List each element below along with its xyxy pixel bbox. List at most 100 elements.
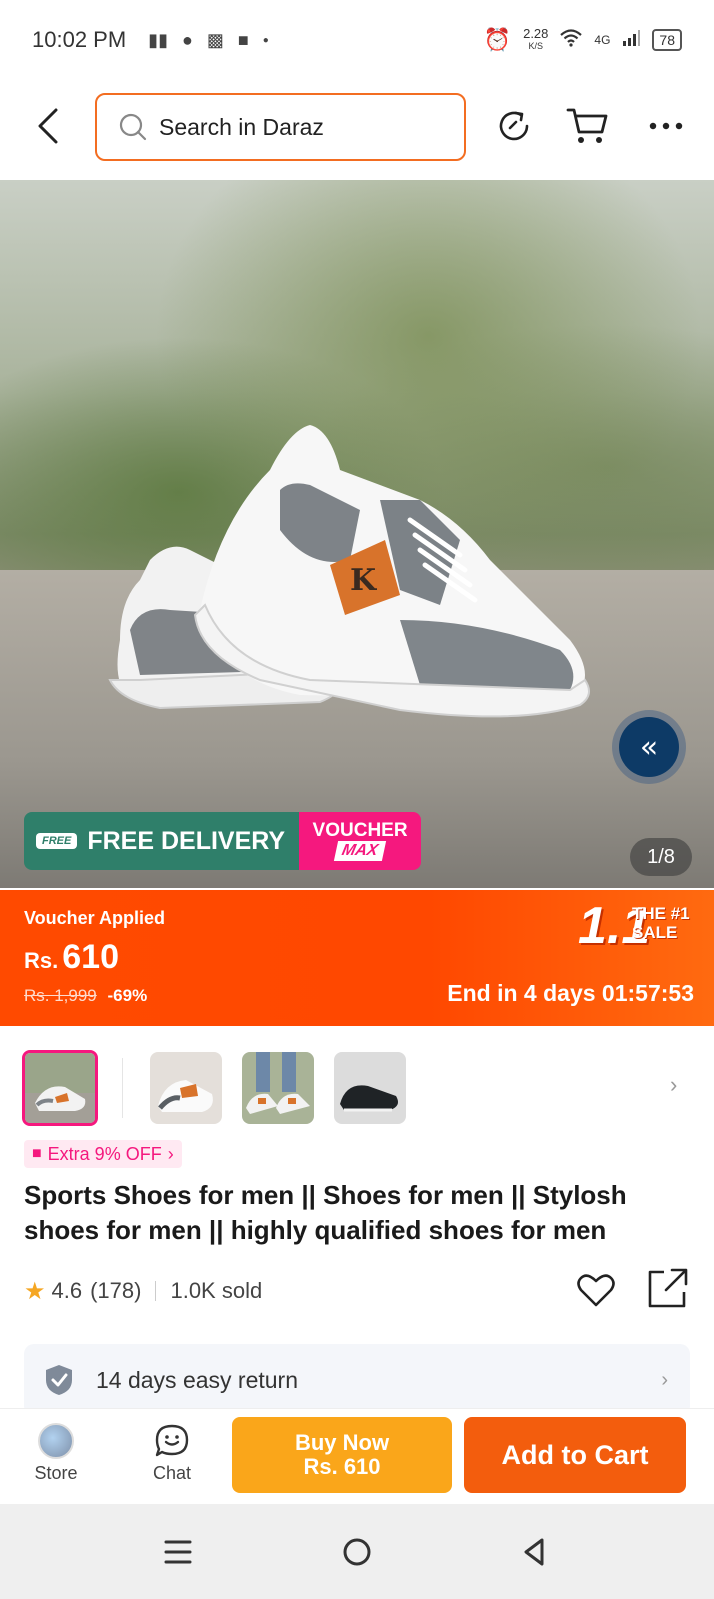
- return-policy-label: 14 days easy return: [96, 1366, 299, 1393]
- current-price: Rs. 610: [24, 938, 119, 977]
- search-icon: [119, 113, 147, 141]
- back-button[interactable]: [30, 108, 66, 144]
- review-count[interactable]: (178): [90, 1278, 141, 1304]
- double-chevron-left-icon: «: [619, 717, 679, 777]
- original-price-row: Rs. 1,999 -69%: [24, 986, 147, 1006]
- price-currency: Rs.: [24, 948, 59, 973]
- thumbnail-4[interactable]: [334, 1052, 406, 1124]
- voucher-applied-label: Voucher Applied: [24, 908, 166, 928]
- chevron-right-icon: ›: [661, 1368, 668, 1391]
- home-button[interactable]: [337, 1532, 377, 1572]
- sale-logo-line1: THE #1: [632, 904, 690, 923]
- snapchat-icon: ●: [181, 29, 193, 50]
- thumbnail-3[interactable]: [242, 1052, 314, 1124]
- net-speed-unit: K/S: [528, 41, 543, 51]
- sim-icon: ▩: [206, 29, 224, 50]
- store-label: Store: [34, 1463, 78, 1483]
- signal-icon: [622, 29, 641, 52]
- price-banner: Voucher Applied Rs. 610 Rs. 1,999 -69% 1.…: [0, 890, 714, 1026]
- search-placeholder: Search in Daraz: [159, 113, 324, 140]
- cart-button[interactable]: [566, 104, 610, 148]
- voucher-max-badge: VOUCHER MAX: [299, 812, 422, 870]
- rating-row: ★ 4.6 (178) 1.0K sold: [24, 1268, 690, 1310]
- net-speed: 2.28 K/S: [523, 26, 549, 52]
- heart-icon: [577, 1274, 615, 1307]
- system-navigation-bar: [0, 1504, 714, 1599]
- refresh-icon: [499, 111, 529, 141]
- add-to-cart-button[interactable]: Add to Cart: [464, 1417, 686, 1493]
- voucher-label: VOUCHER: [312, 820, 408, 841]
- thumbnail-2[interactable]: [150, 1052, 222, 1124]
- free-delivery-badge: FREE FREE DELIVERY: [24, 812, 300, 870]
- product-shoe-image: K: [108, 425, 590, 718]
- back-arrow-icon: [38, 108, 58, 144]
- net-speed-value: 2.28: [523, 26, 549, 41]
- price-amount: 610: [62, 938, 119, 976]
- notification-icons: ▮▮ ● ▩ ■ ●: [148, 30, 269, 51]
- buy-now-label: Buy Now: [294, 1430, 390, 1455]
- collapse-button[interactable]: «: [612, 710, 686, 784]
- share-button[interactable]: [646, 1266, 690, 1316]
- original-price: Rs. 1,999: [24, 986, 97, 1005]
- system-icons: ⏰ 2.28 K/S 4G 78: [484, 27, 682, 53]
- home-circle-icon: [343, 1538, 371, 1566]
- network-type: 4G: [594, 33, 611, 47]
- add-to-cart-label: Add to Cart: [501, 1439, 649, 1470]
- thumbnail-divider: [122, 1058, 123, 1118]
- discount-percent: -69%: [107, 986, 148, 1005]
- free-delivery-label: FREE DELIVERY: [87, 826, 286, 855]
- status-bar: 10:02 PM ▮▮ ● ▩ ■ ● ⏰ 2.28 K/S 4G 78: [0, 0, 714, 80]
- extra-discount-label: Extra 9% OFF: [47, 1143, 162, 1164]
- thumbnail-strip: ›: [0, 1050, 714, 1126]
- sold-count: 1.0K sold: [170, 1278, 263, 1303]
- buy-now-price: Rs. 610: [303, 1454, 381, 1479]
- chevron-right-icon: ›: [167, 1143, 174, 1164]
- alarm-icon: ⏰: [483, 27, 512, 52]
- extra-discount-chip[interactable]: ■ Extra 9% OFF ›: [24, 1140, 182, 1168]
- sale-countdown: End in 4 days 01:57:53: [447, 980, 694, 1006]
- header: Search in Daraz: [0, 88, 714, 164]
- store-button[interactable]: Store: [26, 1423, 86, 1484]
- product-image-carousel[interactable]: K « FREE FREE DELIVERY VOUCHER MAX 1/8: [0, 180, 714, 888]
- thumbnails-next-button[interactable]: ›: [670, 1072, 677, 1098]
- square-icon: ■: [237, 29, 249, 50]
- chat-label: Chat: [152, 1463, 192, 1483]
- rating-divider: [155, 1281, 157, 1301]
- triangle-back-icon: [524, 1538, 544, 1566]
- sale-logo: 1.1 THE #1 SALE: [578, 897, 696, 962]
- battery-indicator: 78: [652, 29, 682, 51]
- wifi-icon: [560, 28, 583, 52]
- menu-icon: [164, 1540, 192, 1564]
- delivery-truck-icon: FREE: [36, 833, 78, 849]
- rating-value[interactable]: 4.6: [52, 1278, 83, 1304]
- buy-now-button[interactable]: Buy Now Rs. 610: [232, 1417, 452, 1493]
- coupon-icon: ■: [32, 1145, 42, 1162]
- star-icon: ★: [24, 1277, 46, 1305]
- refresh-button[interactable]: [492, 104, 536, 148]
- status-time: 10:02 PM: [32, 27, 127, 52]
- shield-icon: [46, 1365, 72, 1395]
- more-options-button[interactable]: [644, 104, 688, 148]
- dot-icon: ●: [262, 34, 269, 46]
- promo-badges: FREE FREE DELIVERY VOUCHER MAX: [24, 812, 422, 870]
- sale-logo-text: THE #1 SALE: [632, 904, 690, 942]
- max-label: MAX: [334, 841, 386, 861]
- chat-button[interactable]: Chat: [142, 1423, 202, 1484]
- share-icon: [648, 1268, 688, 1308]
- product-title: Sports Shoes for men || Shoes for men ||…: [24, 1180, 627, 1245]
- back-nav-button[interactable]: [514, 1532, 554, 1572]
- recent-apps-button[interactable]: [158, 1532, 198, 1572]
- image-counter: 1/8: [630, 838, 692, 876]
- cart-icon: [566, 108, 608, 143]
- chat-icon: [155, 1424, 189, 1457]
- store-avatar: [38, 1423, 74, 1459]
- bottom-action-bar: Store Chat Buy Now Rs. 610 Add to Cart: [0, 1408, 714, 1504]
- return-policy-row[interactable]: 14 days easy return ›: [24, 1344, 690, 1416]
- more-icon: [649, 122, 683, 130]
- search-input[interactable]: Search in Daraz: [95, 93, 466, 161]
- brand-logo-icon: K: [350, 563, 377, 598]
- wishlist-button[interactable]: [576, 1272, 616, 1314]
- gamepad-icon: ▮▮: [148, 29, 168, 50]
- thumbnail-1[interactable]: [22, 1050, 98, 1126]
- sale-logo-line2: SALE: [632, 923, 678, 942]
